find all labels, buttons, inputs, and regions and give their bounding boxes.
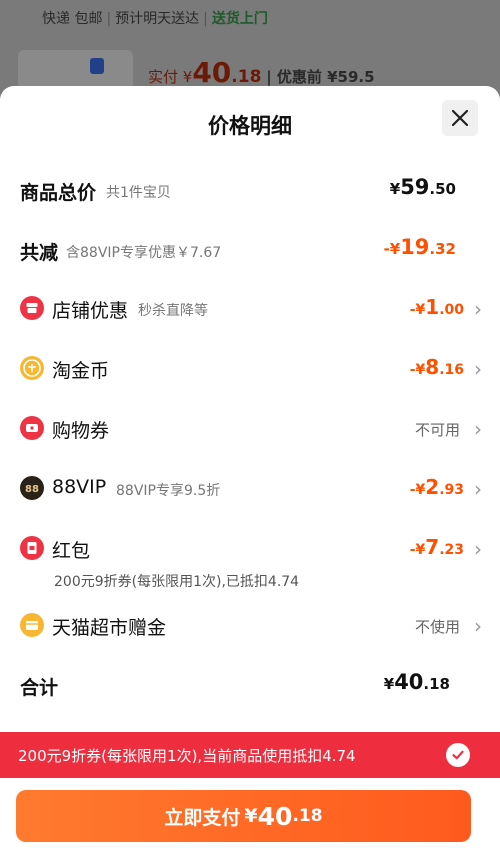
svg-text:88: 88 xyxy=(25,484,39,495)
vip-label: 88VIP xyxy=(52,476,107,498)
shop-icon xyxy=(20,296,44,320)
check-icon xyxy=(446,743,470,767)
total-price-sub: 共1件宝贝 xyxy=(106,185,171,201)
pay-now-button[interactable]: 立即支付 ¥ 40 .18 xyxy=(16,790,471,842)
red-packet-value: -¥7.23 xyxy=(409,535,464,559)
row-tmall-gift[interactable]: 天猫超市赠金 不使用 › xyxy=(0,605,500,645)
shipping-info: 快递 包邮 | 预计明天送达 | 送货上门 xyxy=(42,11,268,27)
background-price: 实付 ¥40.18 | 优惠前 ¥59.5 xyxy=(148,56,375,89)
coupon-banner[interactable]: 200元9折券(每张限用1次),当前商品使用抵扣4.74 xyxy=(0,732,500,778)
tmall-gift-icon xyxy=(20,613,44,637)
chevron-right-icon: › xyxy=(474,297,482,321)
chevron-right-icon: › xyxy=(474,417,482,441)
actual-pay-int: 40 xyxy=(192,56,232,89)
total-reduce-sub: 含88VIP专享优惠￥7.67 xyxy=(66,245,222,261)
pay-now-int: 40 xyxy=(257,801,293,831)
vip-sub: 88VIP专享9.5折 xyxy=(116,483,221,499)
shop-discount-label: 店铺优惠 xyxy=(52,300,129,322)
coupon-banner-text: 200元9折券(每张限用1次),当前商品使用抵扣4.74 xyxy=(18,747,356,765)
sum-value: ¥40.18 xyxy=(383,670,450,694)
row-shop-discount[interactable]: 店铺优惠 秒杀直降等 -¥1.00 › xyxy=(0,288,500,328)
chevron-right-icon: › xyxy=(474,357,482,381)
pay-now-dec: .18 xyxy=(292,806,323,826)
shop-discount-sub: 秒杀直降等 xyxy=(138,303,208,319)
row-red-packet[interactable]: 红包 -¥7.23 › xyxy=(0,528,500,568)
voucher-label: 购物券 xyxy=(52,420,110,442)
row-total-price: 商品总价 共1件宝贝 ¥59.50 xyxy=(0,170,500,210)
close-button[interactable] xyxy=(442,100,478,136)
chevron-right-icon: › xyxy=(474,477,482,501)
tmall-gift-status: 不使用 xyxy=(414,618,460,636)
background-page: 快递 包邮 | 预计明天送达 | 送货上门 实付 ¥40.18 | 优惠前 ¥59.5 xyxy=(0,0,500,100)
shop-discount-value: -¥1.00 xyxy=(409,295,464,319)
pay-now-label: 立即支付 xyxy=(164,806,241,829)
actual-pay-dec: .18 xyxy=(231,67,262,87)
row-88vip[interactable]: 88 88VIP 88VIP专享9.5折 -¥2.93 › xyxy=(0,468,500,508)
taojinbi-label: 淘金币 xyxy=(52,360,110,382)
shipping-label: 快递 包邮 xyxy=(42,11,103,27)
taojinbi-value: -¥8.16 xyxy=(409,355,464,379)
voucher-icon xyxy=(20,416,44,440)
total-reduce-value: -¥19.32 xyxy=(383,235,456,259)
row-voucher[interactable]: 购物券 不可用 › xyxy=(0,408,500,448)
gold-coin-icon xyxy=(20,356,44,380)
voucher-status: 不可用 xyxy=(414,421,460,439)
row-total-reduce: 共减 含88VIP专享优惠￥7.67 -¥19.32 xyxy=(0,230,500,270)
red-packet-icon xyxy=(20,536,44,560)
row-sum: 合计 ¥40.18 xyxy=(0,665,500,705)
sheet-title: 价格明细 xyxy=(208,114,292,138)
product-thumbnail xyxy=(18,50,133,90)
chevron-right-icon: › xyxy=(474,614,482,638)
delivery-label: 预计明天送达 xyxy=(115,11,200,27)
before-discount-label: 优惠前 ¥59.5 xyxy=(276,68,375,86)
sum-label: 合计 xyxy=(20,677,59,699)
vip-88-icon: 88 xyxy=(20,476,44,500)
total-price-label: 商品总价 xyxy=(20,182,97,204)
row-taojinbi[interactable]: 淘金币 -¥8.16 › xyxy=(0,348,500,388)
close-icon xyxy=(451,109,469,127)
total-reduce-label: 共减 xyxy=(20,242,59,264)
chevron-right-icon: › xyxy=(474,537,482,561)
red-packet-note: 200元9折券(每张限用1次),已抵扣4.74 xyxy=(54,574,300,590)
door-delivery-label: 送货上门 xyxy=(211,11,268,27)
red-packet-label: 红包 xyxy=(52,540,91,562)
total-price-value: ¥59.50 xyxy=(389,175,456,199)
vip-value: -¥2.93 xyxy=(409,475,464,499)
pay-now-currency: ¥ xyxy=(244,805,258,827)
tmall-gift-label: 天猫超市赠金 xyxy=(52,617,167,639)
actual-pay-label: 实付 ¥ xyxy=(148,68,193,86)
